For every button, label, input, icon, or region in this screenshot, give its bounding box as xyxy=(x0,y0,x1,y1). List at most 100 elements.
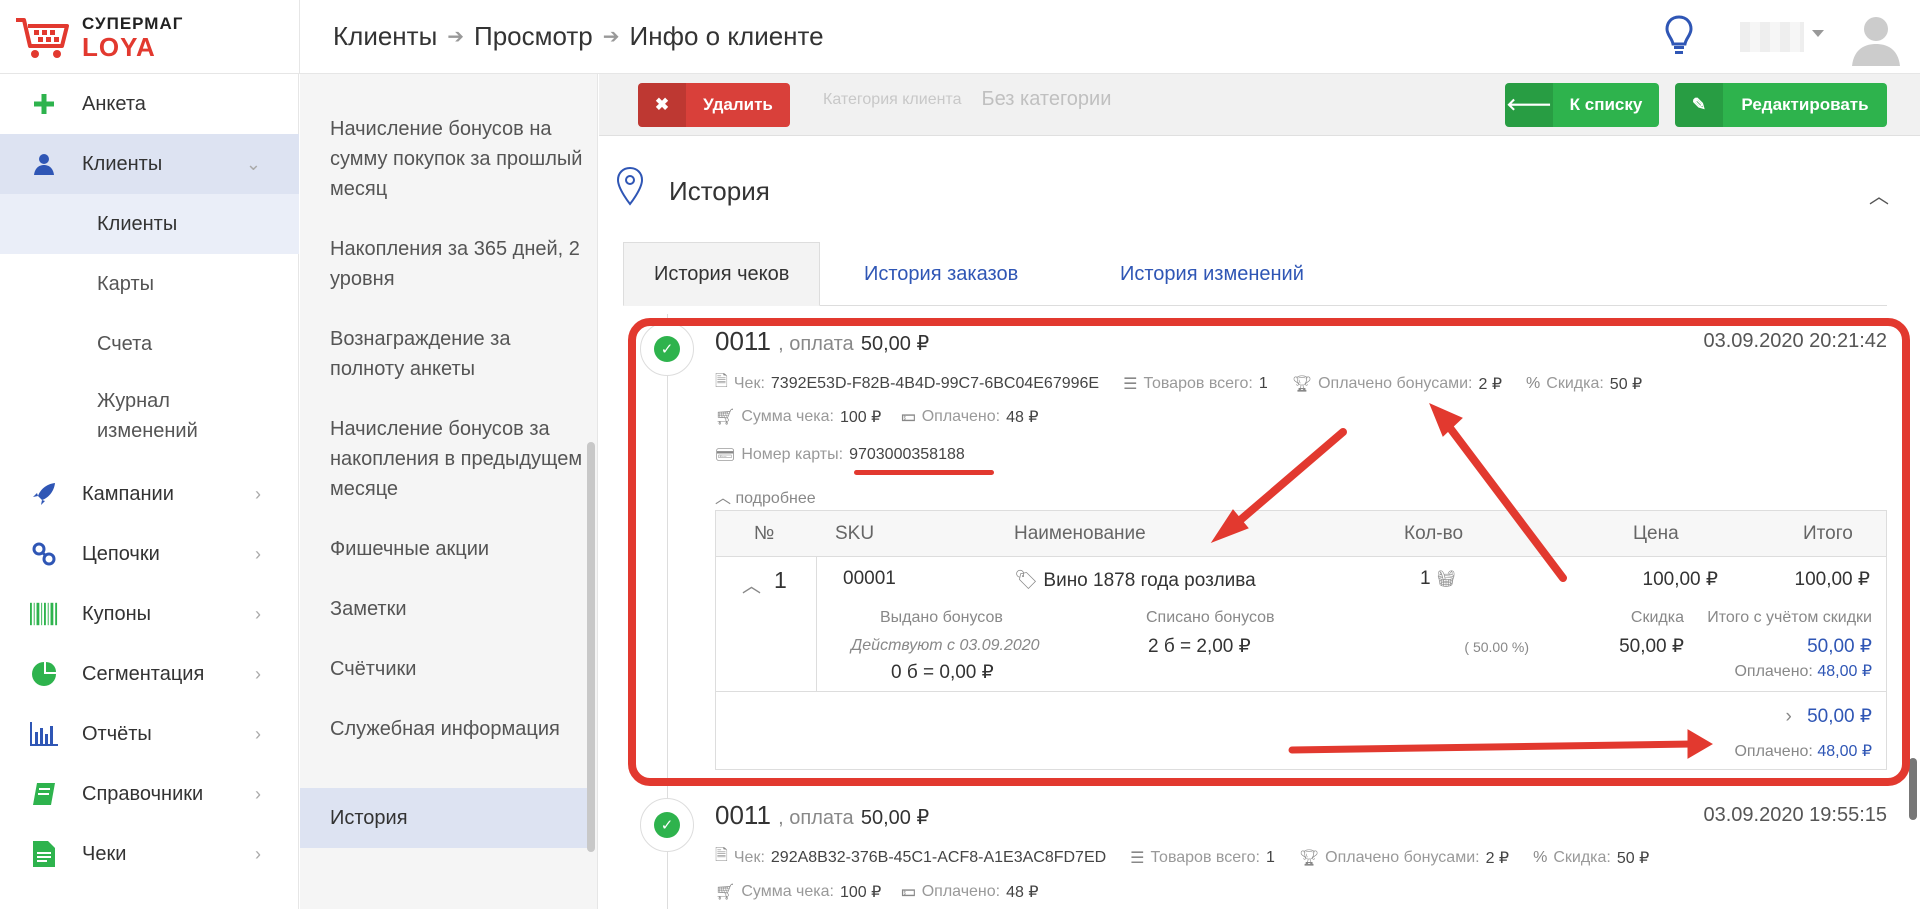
logo-text-bottom: LOYA xyxy=(82,32,156,62)
section-item-service-info[interactable]: Служебная информация xyxy=(300,714,588,744)
sidebar-item-chains[interactable]: Цепочки › xyxy=(0,524,299,584)
document-icon xyxy=(30,840,58,868)
money-icon: 💵︎ xyxy=(901,408,916,425)
section-item-notes[interactable]: Заметки xyxy=(300,594,588,624)
receipt-title[interactable]: 0011 , оплата 50,00 ₽ xyxy=(715,800,929,831)
row-qty-value: 1 xyxy=(1420,568,1431,589)
section-item-bonus-accumulation[interactable]: Начисление бонусов за накопления в преды… xyxy=(300,414,588,504)
payment-label: , оплата xyxy=(778,333,854,355)
sidebar-item-clients[interactable]: Клиенты ⌄ xyxy=(0,134,299,194)
check-id: 7392E53D-F82B-4B4D-99C7-6BC04E67996E xyxy=(770,374,1100,392)
receipt-items-table: № SKU Наименование Кол-во Цена Итого ︿ 1… xyxy=(715,510,1887,770)
receipt-meta-row-1: 🗎 Чек: 7392E53D-F82B-4B4D-99C7-6BC04E679… xyxy=(715,370,1642,397)
tab-orders-history[interactable]: История заказов xyxy=(864,242,1018,306)
file-icon: 🗎 xyxy=(715,373,728,390)
tab-changes-history[interactable]: История изменений xyxy=(1120,242,1304,306)
discount-percent: ( 50.00 %) xyxy=(1464,639,1529,655)
chevron-right-icon: › xyxy=(255,843,261,864)
client-sections-panel: Начисление бонусов на сумму покупок за п… xyxy=(300,74,598,909)
history-header[interactable]: История ︿ xyxy=(599,136,1920,246)
chevron-right-icon: › xyxy=(255,483,261,504)
section-item-history[interactable]: История xyxy=(300,788,588,848)
user-name-blurred[interactable] xyxy=(1740,22,1804,52)
card-number[interactable]: 9703000358188 xyxy=(849,446,965,464)
chevron-right-icon: › xyxy=(255,783,261,804)
sidebar-item-directories[interactable]: Справочники › xyxy=(0,764,299,824)
chevron-down-icon[interactable] xyxy=(1812,30,1824,37)
sidebar-item-segmentation[interactable]: Сегментация › xyxy=(0,644,299,704)
footer-total[interactable]: › 50,00 ₽ xyxy=(1692,705,1872,728)
total-with-discount-value: 50,00 ₽ xyxy=(1807,636,1872,657)
arrow-left-icon: 🡐 xyxy=(1505,83,1553,127)
section-item-bonus-last-month[interactable]: Начисление бонусов на сумму покупок за п… xyxy=(300,114,588,204)
book-icon xyxy=(30,780,58,808)
to-list-button[interactable]: 🡐 К списку xyxy=(1505,83,1659,127)
chevron-right-icon: › xyxy=(255,603,261,624)
avatar[interactable] xyxy=(1848,10,1904,66)
lightbulb-icon[interactable] xyxy=(1664,14,1694,56)
section-item-chip-promos[interactable]: Фишечные акции xyxy=(300,534,588,564)
scrollbar[interactable] xyxy=(587,442,595,852)
divider xyxy=(716,691,1886,692)
column-header-number: № xyxy=(754,523,775,544)
money-icon: 💵︎ xyxy=(901,883,916,900)
receipt-status: ✓ xyxy=(640,798,694,852)
sidebar-subitem-accounts[interactable]: Счета xyxy=(0,314,299,374)
chevron-up-icon[interactable]: ︿ xyxy=(1869,180,1889,209)
sidebar-item-label: Клиенты xyxy=(82,152,163,175)
sidebar-item-receipts[interactable]: Чеки › xyxy=(0,824,299,884)
trophy-icon: 🏆︎ xyxy=(1291,375,1313,393)
receipt-date: 03.09.2020 20:21:42 xyxy=(1703,330,1887,352)
discount-label: Скидка: xyxy=(1546,374,1604,392)
section-item-questionnaire-reward[interactable]: Вознаграждение за полноту анкеты xyxy=(300,324,588,384)
percent-icon: % xyxy=(1526,374,1541,392)
paid-label: Оплачено: xyxy=(921,408,1001,425)
sidebar-item-questionnaire[interactable]: Анкета xyxy=(0,74,299,134)
receipt-number: 0011 xyxy=(715,800,771,830)
list-icon: ☰ xyxy=(1130,849,1145,867)
total-with-discount-label: Итого с учётом скидки xyxy=(1707,609,1872,626)
discount-value: 50 ₽ xyxy=(1616,849,1650,867)
row-total: 100,00 ₽ xyxy=(1794,569,1870,590)
check-id: 292A8B32-376B-45C1-ACF8-A1E3AC8FD7ED xyxy=(770,848,1107,866)
receipt-title[interactable]: 0011 , оплата 50,00 ₽ xyxy=(715,326,929,357)
sidebar-item-campaigns[interactable]: Кампании › xyxy=(0,464,299,524)
sidebar-subitem-cards[interactable]: Карты xyxy=(0,254,299,314)
chevron-right-icon: › xyxy=(255,543,261,564)
sum-label: Сумма чека: xyxy=(741,883,834,900)
card-label: Номер карты: xyxy=(741,446,844,463)
column-header-price: Цена xyxy=(1633,523,1679,544)
bonus-value: 2 ₽ xyxy=(1485,849,1510,867)
sidebar-item-coupons[interactable]: Купоны › xyxy=(0,584,299,644)
row-qty: 1 🧺︎ xyxy=(1420,568,1456,590)
sidebar-item-label: Купоны xyxy=(82,602,152,625)
breadcrumb-item-view[interactable]: Просмотр xyxy=(474,21,593,52)
delete-button[interactable]: ✖ Удалить xyxy=(638,83,790,127)
column-header-total: Итого xyxy=(1803,523,1853,544)
section-item-accumulation-365[interactable]: Накопления за 365 дней, 2 уровня xyxy=(300,234,588,294)
footer-paid-value: 48,00 ₽ xyxy=(1817,743,1872,760)
footer-paid-label: Оплачено: xyxy=(1734,743,1813,760)
bonus-label: Оплачено бонусами: xyxy=(1318,374,1473,392)
chevron-up-icon[interactable]: ︿ xyxy=(742,571,761,598)
sidebar-item-reports[interactable]: Отчёты › xyxy=(0,704,299,764)
goods-label: Товаров всего: xyxy=(1143,374,1253,392)
percent-icon: % xyxy=(1533,848,1548,866)
pencil-icon: ✎ xyxy=(1675,83,1723,127)
breadcrumb-item-clients[interactable]: Клиенты xyxy=(333,21,437,52)
logo[interactable]: СУПЕРМАГ LOYA xyxy=(14,10,294,64)
more-details-link[interactable]: ︿ подробнее xyxy=(715,484,816,508)
edit-button[interactable]: ✎ Редактировать xyxy=(1675,83,1887,127)
valid-from-label: Действуют с 03.09.2020 xyxy=(851,637,1040,654)
check-label: Чек: xyxy=(733,374,765,392)
tab-receipts-history[interactable]: История чеков xyxy=(623,242,821,306)
sidebar-subitem-changelog[interactable]: Журнал изменений xyxy=(0,386,230,446)
scrollbar[interactable] xyxy=(1909,758,1917,820)
sidebar-subitem-clients[interactable]: Клиенты xyxy=(0,194,299,254)
sidebar-item-label: Чеки xyxy=(82,842,127,865)
section-item-counters[interactable]: Счётчики xyxy=(300,654,588,684)
chevron-right-icon: › xyxy=(255,723,261,744)
cart-icon: 🛒︎ xyxy=(715,409,736,426)
payment-label: , оплата xyxy=(778,807,854,829)
action-bar: ✖ Удалить Категория клиента Без категори… xyxy=(599,74,1920,136)
